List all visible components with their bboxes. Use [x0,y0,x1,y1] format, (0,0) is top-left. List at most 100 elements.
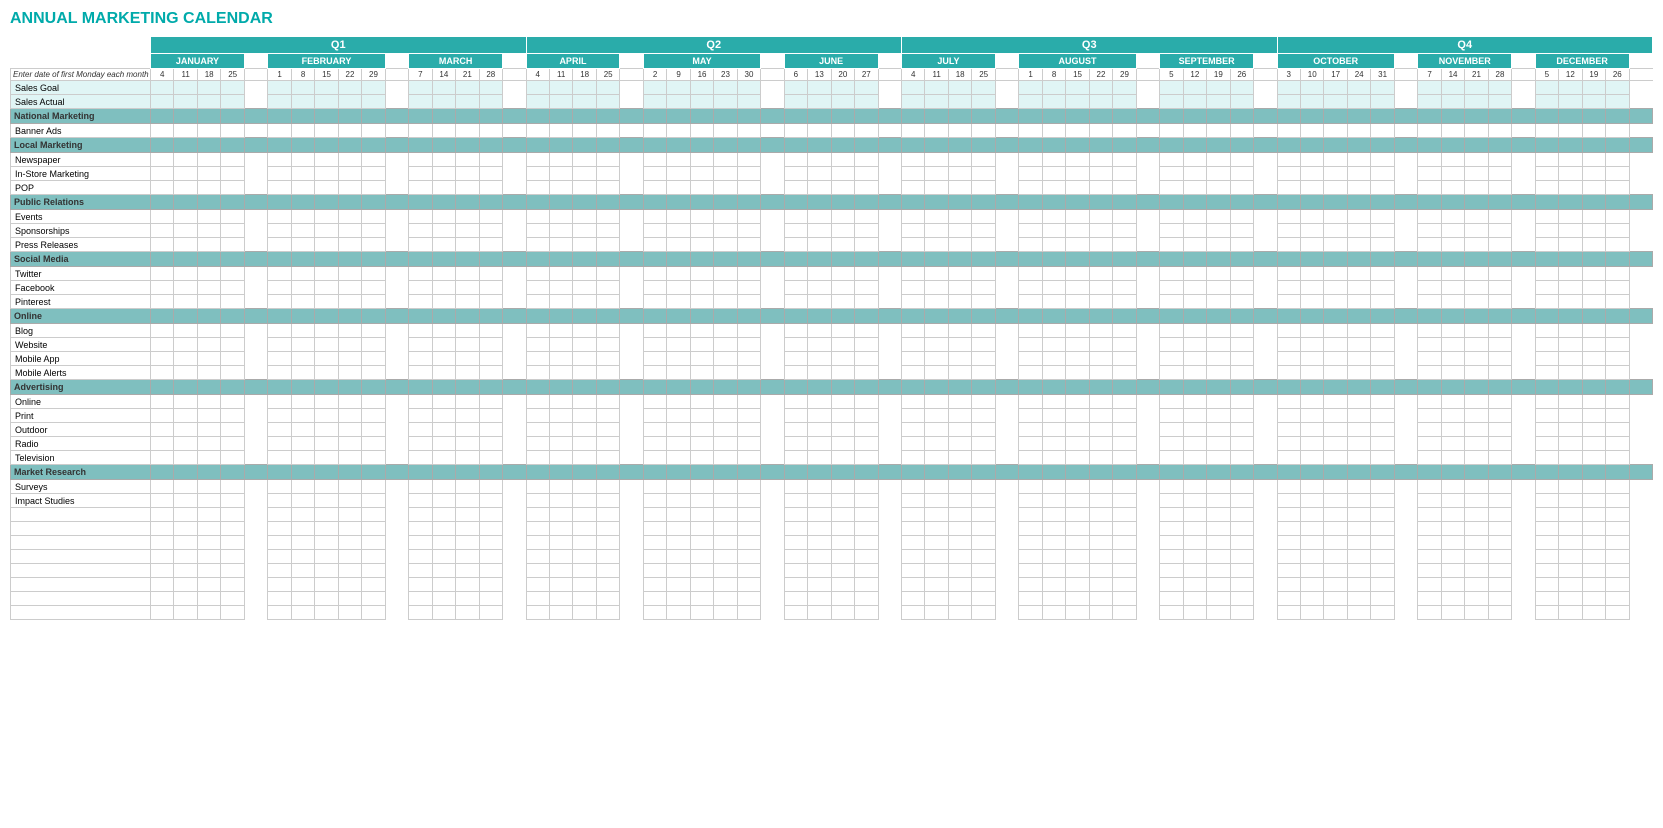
data-cell[interactable] [1113,153,1136,167]
data-cell[interactable] [338,153,361,167]
data-cell[interactable] [1559,480,1582,494]
empty-cell[interactable] [479,508,502,522]
empty-cell[interactable] [643,578,666,592]
data-cell[interactable] [1418,395,1441,409]
data-cell[interactable] [784,224,807,238]
empty-cell[interactable] [831,536,854,550]
empty-cell[interactable] [197,536,220,550]
empty-cell[interactable] [1347,578,1370,592]
empty-cell[interactable] [221,606,244,620]
data-cell[interactable] [1160,210,1183,224]
data-cell[interactable] [1535,324,1558,338]
empty-cell[interactable] [221,550,244,564]
data-cell[interactable] [784,295,807,309]
empty-cell[interactable] [1089,508,1112,522]
empty-cell[interactable] [573,550,596,564]
data-cell[interactable] [643,181,666,195]
data-cell[interactable] [291,494,314,508]
empty-cell[interactable] [1113,606,1136,620]
data-cell[interactable] [1207,153,1230,167]
data-cell[interactable] [549,338,572,352]
data-cell[interactable] [948,81,971,95]
empty-cell[interactable] [479,522,502,536]
data-cell[interactable] [714,281,737,295]
data-cell[interactable] [221,295,244,309]
data-cell[interactable] [855,124,878,138]
empty-cell[interactable] [432,536,455,550]
empty-cell[interactable] [1324,564,1347,578]
data-cell[interactable] [409,181,432,195]
data-cell[interactable] [1207,95,1230,109]
data-cell[interactable] [784,281,807,295]
data-cell[interactable] [1371,238,1394,252]
data-cell[interactable] [549,451,572,465]
empty-cell[interactable] [902,508,925,522]
empty-cell[interactable] [221,508,244,522]
data-cell[interactable] [151,281,174,295]
data-cell[interactable] [221,81,244,95]
data-cell[interactable] [1418,338,1441,352]
data-cell[interactable] [948,409,971,423]
empty-cell[interactable] [362,550,385,564]
empty-cell[interactable] [925,564,948,578]
empty-cell[interactable] [714,606,737,620]
empty-cell[interactable] [1488,508,1511,522]
data-cell[interactable] [1488,324,1511,338]
empty-cell[interactable] [1535,550,1558,564]
data-cell[interactable] [268,480,291,494]
data-cell[interactable] [1113,338,1136,352]
empty-cell[interactable] [1183,564,1206,578]
empty-cell[interactable] [643,606,666,620]
data-cell[interactable] [1347,167,1370,181]
data-cell[interactable] [151,480,174,494]
data-cell[interactable] [526,267,549,281]
data-cell[interactable] [1066,281,1089,295]
data-cell[interactable] [268,395,291,409]
data-cell[interactable] [643,352,666,366]
data-cell[interactable] [737,167,760,181]
data-cell[interactable] [1488,409,1511,423]
data-cell[interactable] [902,224,925,238]
data-cell[interactable] [1582,238,1605,252]
data-cell[interactable] [784,124,807,138]
empty-cell[interactable] [362,578,385,592]
data-cell[interactable] [596,267,619,281]
empty-cell[interactable] [902,564,925,578]
empty-cell[interactable] [1465,550,1488,564]
data-cell[interactable] [902,153,925,167]
data-cell[interactable] [291,224,314,238]
empty-cell[interactable] [784,508,807,522]
data-cell[interactable] [1606,124,1629,138]
data-cell[interactable] [1324,395,1347,409]
data-cell[interactable] [855,338,878,352]
data-cell[interactable] [1230,224,1253,238]
data-cell[interactable] [174,295,197,309]
data-cell[interactable] [1300,210,1323,224]
empty-cell[interactable] [737,564,760,578]
data-cell[interactable] [808,437,831,451]
data-cell[interactable] [456,494,479,508]
empty-cell[interactable] [1606,578,1629,592]
data-cell[interactable] [1535,224,1558,238]
data-cell[interactable] [1160,366,1183,380]
data-cell[interactable] [1347,409,1370,423]
data-cell[interactable] [902,324,925,338]
data-cell[interactable] [479,423,502,437]
data-cell[interactable] [737,95,760,109]
data-cell[interactable] [1465,324,1488,338]
data-cell[interactable] [573,267,596,281]
empty-cell[interactable] [1019,522,1042,536]
data-cell[interactable] [1418,81,1441,95]
empty-cell[interactable] [690,508,713,522]
data-cell[interactable] [1183,409,1206,423]
empty-cell[interactable] [1207,592,1230,606]
data-cell[interactable] [1113,238,1136,252]
data-cell[interactable] [1089,352,1112,366]
empty-cell[interactable] [291,578,314,592]
data-cell[interactable] [1277,238,1300,252]
data-cell[interactable] [1324,423,1347,437]
data-cell[interactable] [902,409,925,423]
data-cell[interactable] [1582,153,1605,167]
data-cell[interactable] [174,267,197,281]
data-cell[interactable] [456,352,479,366]
